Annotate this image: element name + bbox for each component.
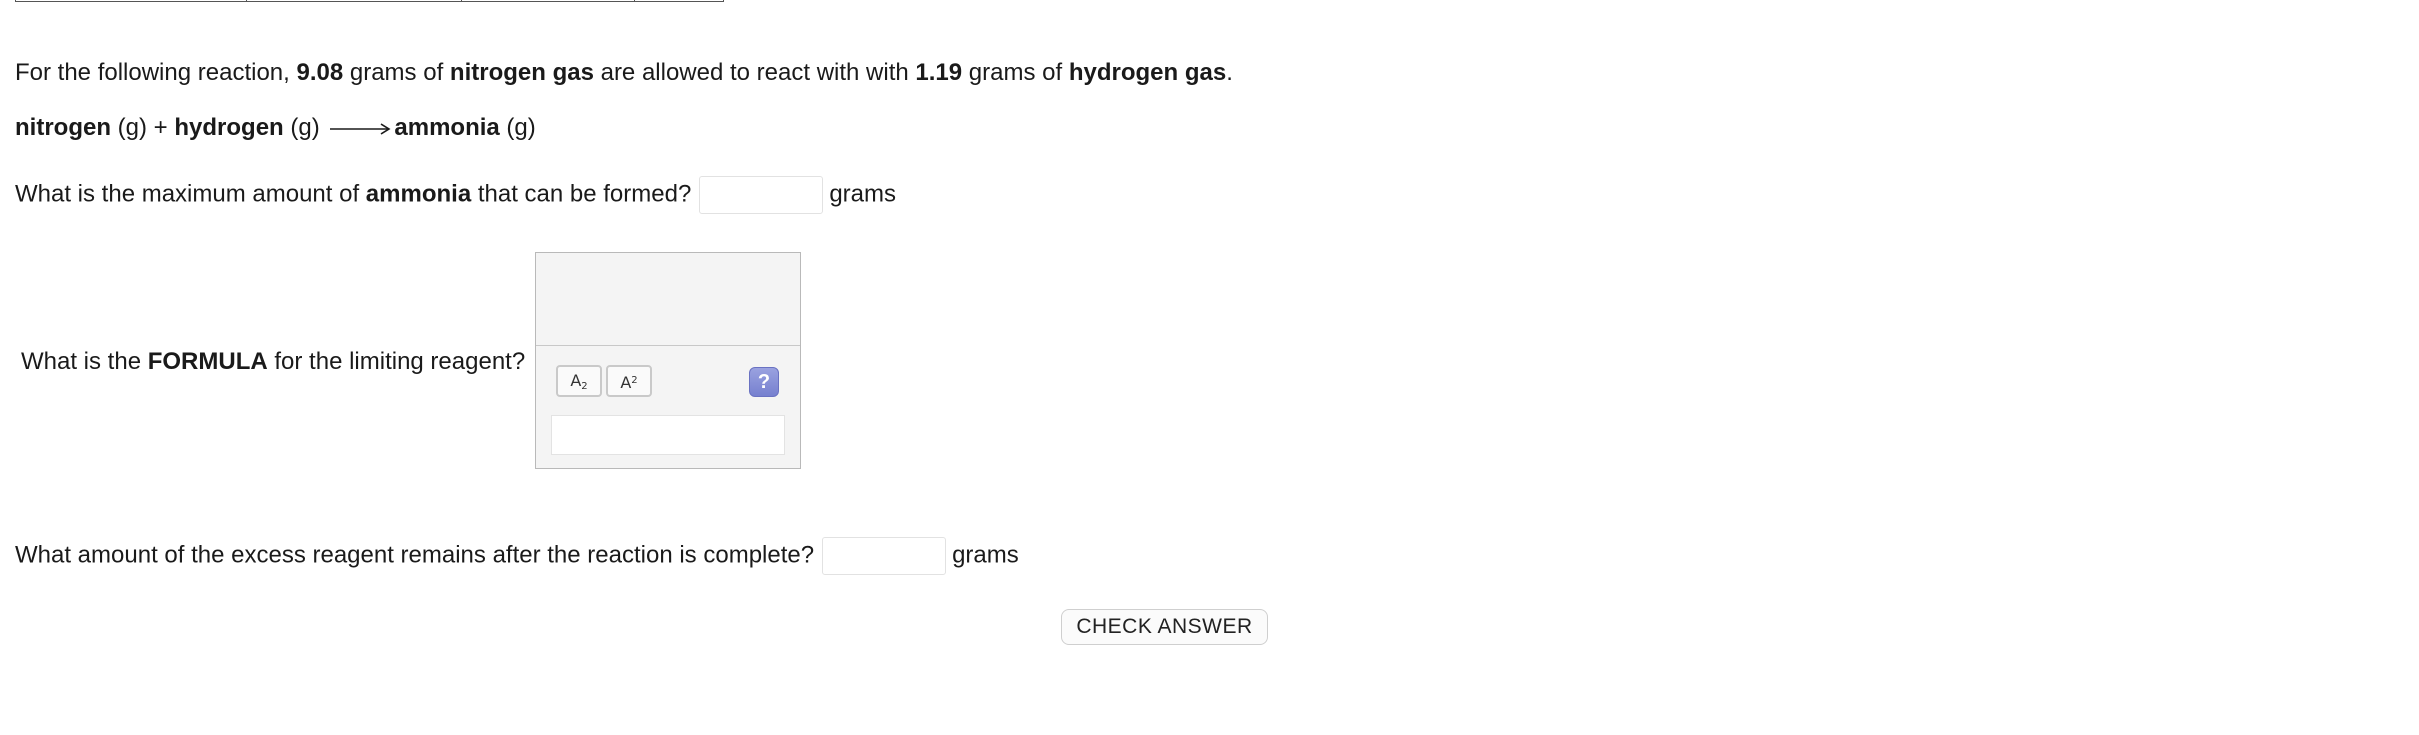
reaction-arrow-icon bbox=[330, 122, 391, 135]
equation-state-3: (g) bbox=[499, 114, 536, 141]
reactant-nitrogen-gas: nitrogen gas bbox=[449, 59, 594, 86]
check-answer-button[interactable]: CHECK ANSWER bbox=[1061, 609, 1268, 645]
equation-state-1: (g) + bbox=[111, 114, 175, 141]
equation-reactant-hydrogen: hydrogen bbox=[174, 114, 284, 141]
subscript-button[interactable]: A2 bbox=[556, 365, 602, 397]
allowed-text: are allowed to react with with bbox=[593, 59, 916, 86]
question3-text: What amount of the excess reagent remain… bbox=[15, 541, 815, 569]
formula-input[interactable] bbox=[551, 415, 785, 455]
question1-unit: grams bbox=[829, 180, 896, 208]
equation-reactant-nitrogen: nitrogen bbox=[15, 114, 111, 141]
intro-prefix: For the following reaction, bbox=[15, 59, 297, 86]
question1-text: What is the maximum amount of ammonia th… bbox=[15, 180, 692, 208]
grams-of-text-2: grams of bbox=[962, 59, 1069, 86]
question3-unit: grams bbox=[952, 541, 1019, 569]
formula-preview bbox=[536, 253, 800, 346]
equation-product-ammonia: ammonia bbox=[394, 114, 500, 141]
reactant-hydrogen-gas: hydrogen gas bbox=[1068, 59, 1227, 86]
mass-nitrogen: 9.08 bbox=[296, 59, 344, 86]
formula-editor: A2 A2 ? bbox=[535, 252, 801, 469]
question-limiting-reagent-formula: What is the FORMULA for the limiting rea… bbox=[21, 348, 526, 375]
question-excess-reagent: What amount of the excess reagent remain… bbox=[15, 535, 1019, 576]
equation-state-2: (g) bbox=[283, 114, 327, 141]
superscript-button[interactable]: A2 bbox=[606, 365, 652, 397]
help-icon[interactable]: ? bbox=[749, 367, 779, 397]
problem-statement: For the following reaction, 9.08 grams o… bbox=[15, 58, 1233, 88]
excess-reagent-input[interactable] bbox=[822, 536, 947, 575]
top-table-remnant bbox=[15, 0, 724, 2]
ammonia-mass-input[interactable] bbox=[699, 175, 824, 214]
problem-page: For the following reaction, 9.08 grams o… bbox=[0, 0, 2419, 735]
grams-of-text: grams of bbox=[343, 59, 450, 86]
mass-hydrogen: 1.19 bbox=[915, 59, 963, 86]
reaction-equation: nitrogen (g) + hydrogen (g) ammonia (g) bbox=[15, 113, 536, 143]
intro-suffix: . bbox=[1226, 59, 1233, 86]
question-max-ammonia: What is the maximum amount of ammonia th… bbox=[15, 174, 896, 215]
